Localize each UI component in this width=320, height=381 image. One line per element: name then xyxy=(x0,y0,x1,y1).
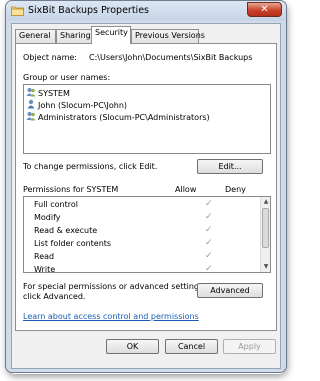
tab-security[interactable]: Security xyxy=(91,26,131,44)
scroll-down-arrow-icon[interactable]: ▼ xyxy=(262,263,270,271)
users-group-icon xyxy=(26,88,36,97)
permission-name: Modify xyxy=(34,213,61,222)
learn-access-control-link[interactable]: Learn about access control and permissio… xyxy=(23,312,199,321)
object-name-label: Object name: xyxy=(23,53,77,62)
allow-column-header: Allow xyxy=(175,185,197,194)
advanced-button[interactable]: Advanced xyxy=(197,283,263,298)
deny-column-header: Deny xyxy=(225,185,246,194)
user-row-system[interactable]: SYSTEM xyxy=(26,87,70,99)
permission-name: Read xyxy=(34,252,55,261)
special-permissions-text-line1: For special permissions or advanced sett… xyxy=(23,282,206,291)
allow-check-icon: ✓ xyxy=(205,212,213,222)
close-button[interactable]: ✕ xyxy=(247,2,282,17)
apply-button[interactable]: Apply xyxy=(223,339,276,354)
permission-name: Full control xyxy=(34,200,78,209)
permission-name: List folder contents xyxy=(34,239,112,248)
folder-icon xyxy=(11,6,24,16)
permission-name: Read & execute xyxy=(34,226,98,235)
cancel-button[interactable]: Cancel xyxy=(165,339,218,354)
tab-previous-versions[interactable]: Previous Versions xyxy=(131,29,205,43)
tab-sharing[interactable]: Sharing xyxy=(56,29,92,43)
change-permissions-text: To change permissions, click Edit. xyxy=(23,162,158,171)
user-name: Administrators (Slocum-PC\Administrators… xyxy=(38,113,210,122)
allow-check-icon: ✓ xyxy=(205,238,213,248)
group-users-label: Group or user names: xyxy=(23,73,111,82)
user-name: John (Slocum-PC\John) xyxy=(38,101,128,110)
user-row-administrators[interactable]: Administrators (Slocum-PC\Administrators… xyxy=(26,111,210,123)
properties-dialog: SixBit Backups Properties ✕ General Shar… xyxy=(5,0,287,373)
scroll-thumb[interactable] xyxy=(262,208,269,248)
title-bar[interactable]: SixBit Backups Properties ✕ xyxy=(6,1,286,21)
users-listbox[interactable]: SYSTEM John (Slocum-PC\John) Administrat… xyxy=(23,84,271,154)
edit-button[interactable]: Edit... xyxy=(197,159,263,174)
allow-check-icon: ✓ xyxy=(205,199,213,209)
tab-strip: General Sharing Security Previous Versio… xyxy=(12,26,280,44)
allow-check-icon: ✓ xyxy=(205,225,213,235)
tab-general[interactable]: General xyxy=(15,29,56,43)
close-icon: ✕ xyxy=(260,4,269,15)
allow-check-icon: ✓ xyxy=(205,251,213,261)
object-name-value: C:\Users\John\Documents\SixBit Backups xyxy=(89,53,253,62)
ok-button[interactable]: OK xyxy=(106,339,159,354)
allow-check-icon: ✓ xyxy=(205,264,213,273)
permission-name: Write xyxy=(34,265,56,273)
user-row-john[interactable]: John (Slocum-PC\John) xyxy=(26,99,127,111)
permissions-scrollbar[interactable]: ▲ ▼ xyxy=(260,197,270,272)
window-title: SixBit Backups Properties xyxy=(28,5,149,16)
user-name: SYSTEM xyxy=(38,89,70,98)
permissions-for-label: Permissions for SYSTEM xyxy=(23,185,119,194)
security-panel: Object name: C:\Users\John\Documents\Six… xyxy=(15,43,277,331)
special-permissions-text-line2: click Advanced. xyxy=(23,292,86,301)
dialog-client-area: General Sharing Security Previous Versio… xyxy=(11,23,281,369)
scroll-up-arrow-icon[interactable]: ▲ xyxy=(262,198,270,206)
user-icon xyxy=(27,99,35,109)
users-group-icon xyxy=(26,112,36,121)
permissions-listbox[interactable]: Full control ✓ Modify ✓ Read & execute ✓… xyxy=(23,196,271,273)
